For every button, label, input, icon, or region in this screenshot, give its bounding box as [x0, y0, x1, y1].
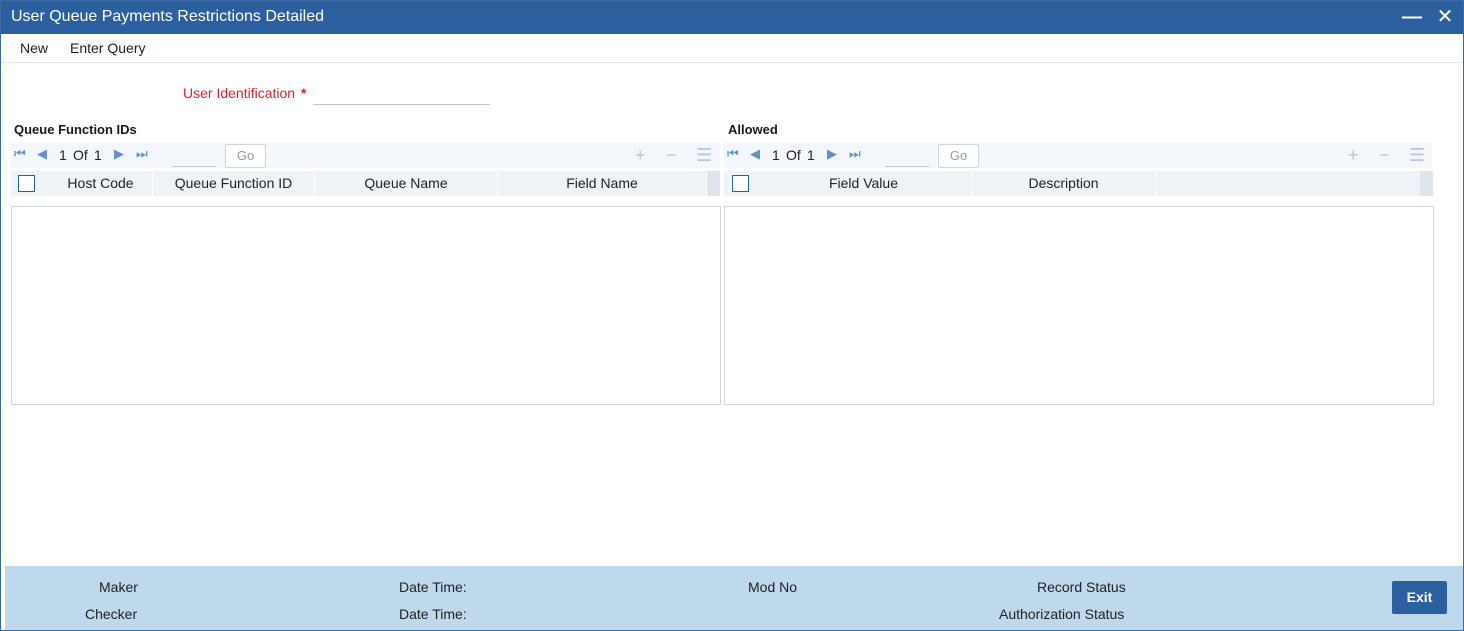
queue-function-ids-header: Host Code Queue Function ID Queue Name F…	[11, 171, 720, 196]
allowed-toolbar: ⏮ ◀ 1 Of 1 ▶ ⏭ Go + − ☰	[724, 143, 1432, 168]
page-number-input[interactable]	[172, 145, 216, 167]
column-description[interactable]: Description	[972, 171, 1156, 196]
delete-row-icon[interactable]: −	[666, 145, 677, 166]
user-identification-label-text: User Identification	[183, 85, 296, 101]
prev-page-icon[interactable]: ◀	[37, 146, 47, 162]
minimize-icon[interactable]: —	[1400, 5, 1424, 29]
prev-page-icon[interactable]: ◀	[750, 146, 760, 162]
authorization-status-label: Authorization Status	[999, 606, 1125, 622]
page-of: Of	[786, 147, 801, 163]
maker-date-time-label: Date Time:	[399, 579, 467, 595]
select-all-checkbox[interactable]	[18, 175, 35, 192]
page-total: 1	[807, 147, 815, 163]
checker-label: Checker	[85, 606, 138, 622]
queue-function-ids-grid[interactable]	[11, 206, 721, 405]
window-title: User Queue Payments Restrictions Detaile…	[11, 8, 325, 25]
user-identification-input[interactable]	[313, 81, 490, 105]
user-identification-label: User Identification *	[183, 85, 306, 101]
go-button[interactable]: Go	[225, 144, 266, 168]
next-page-icon[interactable]: ▶	[114, 146, 124, 162]
column-queue-function-id[interactable]: Queue Function ID	[153, 171, 315, 196]
delete-row-icon[interactable]: −	[1379, 145, 1390, 166]
allowed-header: Field Value Description	[724, 171, 1433, 196]
column-host-code[interactable]: Host Code	[49, 171, 153, 196]
select-all-checkbox[interactable]	[732, 175, 749, 192]
record-status-label: Record Status	[1037, 579, 1126, 595]
header-scrollbar	[1420, 171, 1433, 196]
allowed-grid[interactable]	[724, 206, 1434, 405]
first-page-icon[interactable]: ⏮	[727, 146, 739, 162]
required-marker: *	[300, 85, 307, 101]
page-current: 1	[772, 147, 780, 163]
audit-footer: Maker Checker Date Time: Date Time: Mod …	[5, 566, 1463, 630]
header-scrollbar	[707, 171, 720, 196]
allowed-title: Allowed	[728, 122, 778, 137]
queue-function-ids-title: Queue Function IDs	[14, 122, 137, 137]
add-row-icon[interactable]: +	[1348, 145, 1359, 166]
first-page-icon[interactable]: ⏮	[14, 146, 26, 162]
single-view-icon[interactable]: ☰	[1409, 145, 1425, 166]
column-field-name[interactable]: Field Name	[498, 171, 707, 196]
go-button[interactable]: Go	[938, 144, 979, 168]
next-page-icon[interactable]: ▶	[827, 146, 837, 162]
menu-new[interactable]: New	[20, 40, 48, 56]
page-of: Of	[73, 147, 88, 163]
queue-function-ids-toolbar: ⏮ ◀ 1 Of 1 ▶ ⏭ Go + − ☰	[11, 143, 720, 168]
exit-button[interactable]: Exit	[1392, 581, 1447, 614]
menu-enter-query[interactable]: Enter Query	[70, 40, 145, 56]
menu-bar: New Enter Query	[1, 34, 1463, 63]
page-total: 1	[94, 147, 102, 163]
mod-no-label: Mod No	[748, 579, 798, 595]
maker-label: Maker	[99, 579, 138, 595]
column-queue-name[interactable]: Queue Name	[315, 171, 498, 196]
single-view-icon[interactable]: ☰	[696, 145, 712, 166]
last-page-icon[interactable]: ⏭	[136, 146, 148, 162]
page-current: 1	[59, 147, 67, 163]
column-field-value[interactable]: Field Value	[756, 171, 972, 196]
close-icon[interactable]: ✕	[1433, 5, 1457, 29]
add-row-icon[interactable]: +	[635, 145, 646, 166]
main-window: User Queue Payments Restrictions Detaile…	[0, 0, 1464, 631]
title-bar: User Queue Payments Restrictions Detaile…	[1, 1, 1463, 34]
checker-date-time-label: Date Time:	[399, 606, 467, 622]
page-number-input[interactable]	[885, 145, 929, 167]
last-page-icon[interactable]: ⏭	[849, 146, 861, 162]
